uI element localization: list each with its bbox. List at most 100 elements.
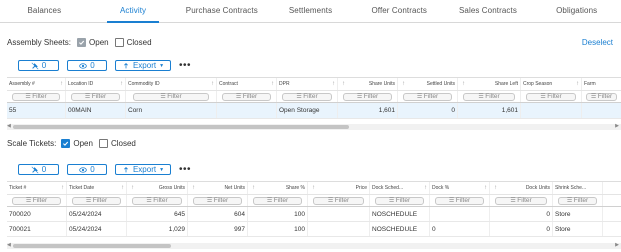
filter-input[interactable]: ☰ Filter: [586, 92, 617, 101]
column-header[interactable]: Commodity ID ↑: [126, 78, 217, 90]
scale-open-label: Open: [73, 139, 93, 148]
column-header[interactable]: Ticket # ↑: [7, 182, 67, 194]
column-header[interactable]: Contract ↑: [217, 78, 277, 90]
tab-obligations[interactable]: Obligations: [532, 0, 621, 22]
assembly-horizontal-scrollbar[interactable]: ◀ ▶: [7, 123, 621, 130]
filter-input[interactable]: ☰ Filter: [435, 196, 484, 205]
scale-horizontal-scrollbar[interactable]: ◀ ▶: [7, 242, 621, 249]
scrollbar-thumb[interactable]: [13, 125, 349, 129]
filter-input[interactable]: ☰ Filter: [375, 196, 424, 205]
column-header[interactable]: ↑ Settled Units: [398, 78, 458, 90]
filter-input[interactable]: ☰ Filter: [495, 196, 547, 205]
tab-settlements[interactable]: Settlements: [266, 0, 355, 22]
scale-filter-row: ☰ Filter ☰ Filter ☰ Filter ☰ Filter ☰ Filter …: [7, 195, 621, 207]
tab-balances[interactable]: Balances: [0, 0, 89, 22]
assembly-open-checkbox[interactable]: Open: [77, 38, 109, 47]
scroll-right-icon[interactable]: ▶: [615, 242, 619, 248]
assembly-closed-checkbox[interactable]: Closed: [114, 38, 152, 47]
table-row[interactable]: 55 00MAIN Corn Open Storage 1,601 0 1,60…: [7, 103, 621, 119]
filter-input[interactable]: ☰ Filter: [403, 92, 452, 101]
filter-input[interactable]: ☰ Filter: [557, 196, 598, 205]
export-button[interactable]: Export ▼: [115, 60, 171, 71]
filter-input[interactable]: ☰ Filter: [132, 196, 182, 205]
filter-icon: ☰: [510, 198, 516, 204]
filter-icon: ☰: [416, 94, 422, 100]
scroll-right-icon[interactable]: ▶: [615, 123, 619, 129]
table-cell: [430, 207, 490, 221]
table-cell: Store: [553, 222, 603, 236]
column-header[interactable]: ↑ Dock Units: [490, 182, 553, 194]
filter-icon: ☰: [235, 94, 241, 100]
scroll-left-icon[interactable]: ◀: [7, 123, 11, 129]
table-cell: 0: [398, 103, 458, 118]
table-cell: 0: [490, 207, 553, 221]
export-label: Export: [132, 61, 157, 70]
column-header[interactable]: ↑ Gross Units: [127, 182, 188, 194]
column-header[interactable]: Crop Season ↑: [521, 78, 582, 90]
filter-input[interactable]: ☰ Filter: [71, 92, 120, 101]
filter-input[interactable]: ☰ Filter: [463, 92, 515, 101]
scroll-left-icon[interactable]: ◀: [7, 242, 11, 248]
column-header[interactable]: Farm: [582, 78, 621, 90]
more-options-icon[interactable]: •••: [179, 60, 191, 70]
filter-input[interactable]: ☰ Filter: [253, 196, 302, 205]
export-icon: [124, 62, 128, 68]
eye-icon: [79, 166, 88, 173]
table-row[interactable]: 700020 05/24/2024 645 604 100 NOSCHEDULE…: [7, 207, 621, 222]
table-cell: [582, 103, 621, 118]
scale-closed-checkbox[interactable]: Closed: [98, 139, 136, 148]
filter-input[interactable]: ☰ Filter: [313, 196, 364, 205]
tab-activity[interactable]: Activity: [89, 0, 178, 23]
table-cell: 700020: [7, 207, 67, 221]
pin-columns-button[interactable]: 0: [18, 164, 59, 175]
filter-icon: ☰: [146, 198, 152, 204]
filter-icon: ☰: [356, 94, 362, 100]
filter-icon: ☰: [160, 94, 166, 100]
deselect-link[interactable]: Deselect: [582, 38, 613, 47]
column-header[interactable]: Dock Sched... ↑: [370, 182, 430, 194]
tab-sales-contracts[interactable]: Sales Contracts: [444, 0, 533, 22]
table-cell: NOSCHEDULE: [370, 207, 430, 221]
tab-purchase-contracts[interactable]: Purchase Contracts: [177, 0, 266, 22]
visible-columns-button[interactable]: 0: [67, 164, 107, 175]
table-cell: 100: [248, 222, 308, 236]
column-header[interactable]: Shrink Sche...: [553, 182, 603, 194]
scrollbar-thumb[interactable]: [13, 244, 171, 248]
filter-icon: ☰: [296, 94, 302, 100]
filter-input[interactable]: ☰ Filter: [193, 196, 242, 205]
column-header[interactable]: ↑ Share %: [248, 182, 308, 194]
pin-columns-button[interactable]: 0: [18, 60, 59, 71]
filter-input[interactable]: ☰ Filter: [282, 92, 332, 101]
pin-count: 0: [41, 61, 47, 70]
filter-input[interactable]: ☰ Filter: [12, 196, 61, 205]
table-cell: [217, 103, 277, 118]
assembly-sheets-header: Assembly Sheets: Open Closed: [7, 38, 152, 47]
column-header[interactable]: ↑ Share Left: [458, 78, 521, 90]
table-cell: Corn: [126, 103, 217, 118]
more-options-icon[interactable]: •••: [179, 164, 191, 174]
filter-input[interactable]: ☰ Filter: [12, 92, 60, 101]
column-header[interactable]: DPR ↑: [277, 78, 338, 90]
table-row[interactable]: 700021 05/24/2024 1,029 997 100 NOSCHEDU…: [7, 222, 621, 237]
visible-columns-button[interactable]: 0: [67, 60, 107, 71]
filter-input[interactable]: ☰ Filter: [72, 196, 121, 205]
export-button[interactable]: Export ▼: [115, 164, 171, 175]
table-cell: NOSCHEDULE: [370, 222, 430, 236]
column-header[interactable]: ↑ Net Units: [188, 182, 248, 194]
table-cell: 00MAIN: [66, 103, 126, 118]
filter-input[interactable]: ☰ Filter: [133, 92, 209, 101]
tab-offer-contracts[interactable]: Offer Contracts: [355, 0, 444, 22]
column-header[interactable]: ↑ Share Units: [338, 78, 398, 90]
filter-input[interactable]: ☰ Filter: [343, 92, 392, 101]
scale-open-checkbox[interactable]: Open: [61, 139, 93, 148]
chevron-down-icon: ▼: [159, 62, 165, 69]
column-header[interactable]: Assembly # ↑: [7, 78, 66, 90]
column-header[interactable]: Dock % ↑: [430, 182, 490, 194]
filter-input[interactable]: ☰ Filter: [526, 92, 576, 101]
column-header[interactable]: ↑ Price: [308, 182, 370, 194]
table-cell: 05/24/2024: [67, 207, 127, 221]
filter-icon: ☰: [85, 198, 91, 204]
column-header[interactable]: Ticket Date ↑: [67, 182, 127, 194]
filter-input[interactable]: ☰ Filter: [222, 92, 271, 101]
column-header[interactable]: Location ID ↑: [66, 78, 126, 90]
